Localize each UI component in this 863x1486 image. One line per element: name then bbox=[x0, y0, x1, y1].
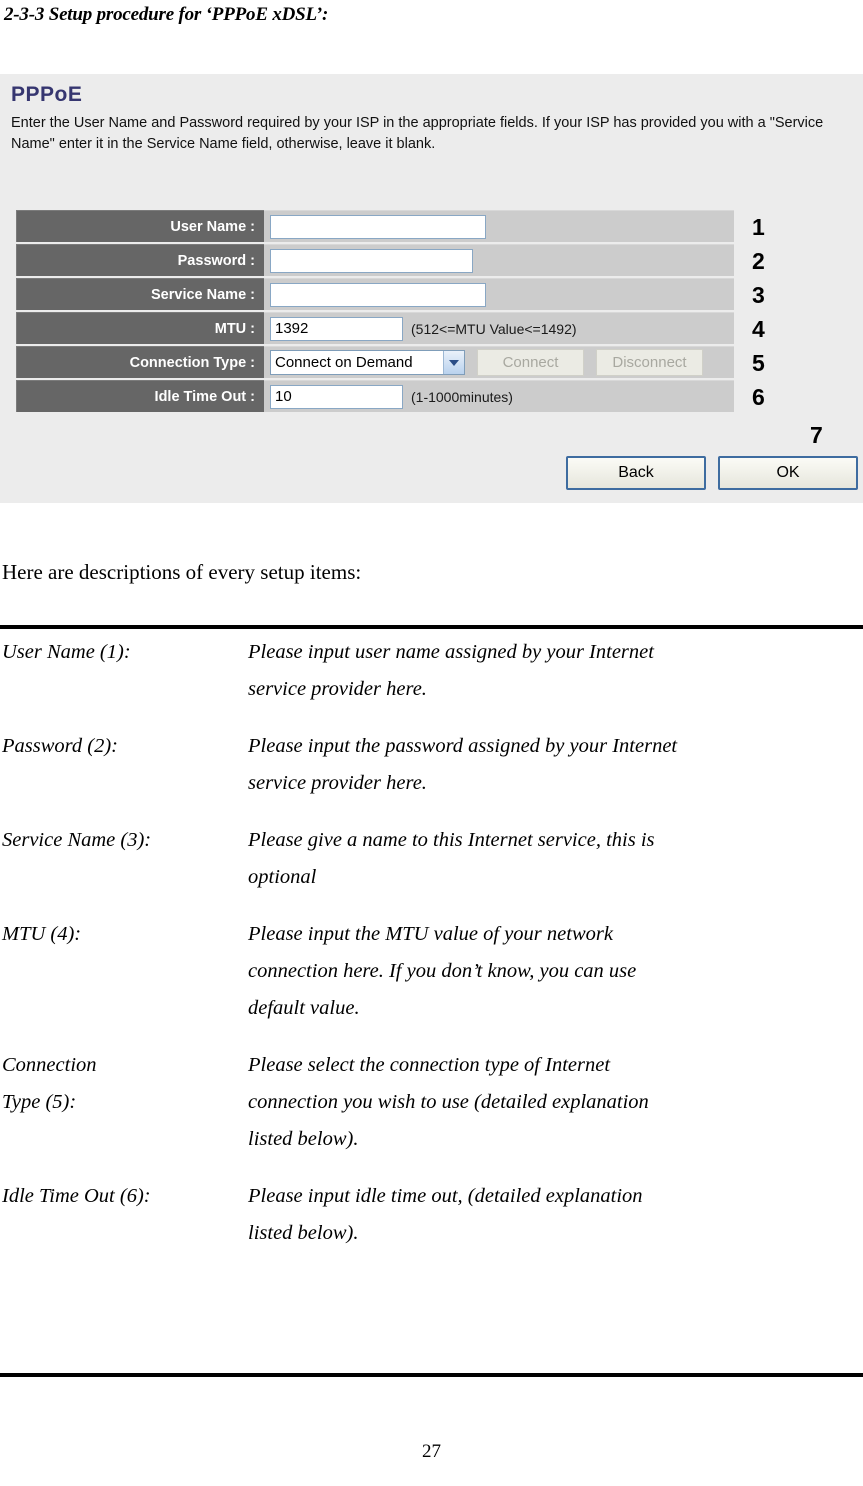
definition-description-line: Please input idle time out, (detailed ex… bbox=[248, 1185, 643, 1207]
definition-row: Connection Type (5): Please select the con… bbox=[2, 1047, 863, 1158]
disconnect-button[interactable]: Disconnect bbox=[596, 349, 703, 376]
definition-term-line: Password (2): bbox=[2, 735, 118, 757]
definition-description: Please select the connection type of Int… bbox=[248, 1047, 863, 1158]
form-row-password: Password : bbox=[16, 244, 734, 276]
definition-term-line: Type (5): bbox=[2, 1091, 77, 1113]
form-row-service-name: Service Name : bbox=[16, 278, 734, 310]
definition-description: Please give a name to this Internet serv… bbox=[248, 822, 863, 896]
definition-row: User Name (1): Please input user name ass… bbox=[2, 634, 863, 708]
definition-term: MTU (4): bbox=[2, 916, 248, 1027]
page-title: 2-3-3 Setup procedure for ‘PPPoE xDSL’: bbox=[4, 4, 329, 25]
mtu-value-cell: 1392 (512<=MTU Value<=1492) bbox=[264, 312, 734, 344]
form-row-idle-time-out: Idle Time Out : 10 (1-1000minutes) bbox=[16, 380, 734, 412]
callout-2: 2 bbox=[752, 248, 765, 274]
definition-description-line: connection you wish to use (detailed exp… bbox=[248, 1091, 649, 1113]
service-name-label: Service Name : bbox=[16, 278, 264, 310]
back-button[interactable]: Back bbox=[566, 456, 706, 490]
callout-5: 5 bbox=[752, 350, 765, 376]
connect-button[interactable]: Connect bbox=[477, 349, 584, 376]
mtu-hint: (512<=MTU Value<=1492) bbox=[411, 320, 577, 337]
definition-row: Password (2): Please input the password a… bbox=[2, 728, 863, 802]
definition-term: Service Name (3): bbox=[2, 822, 248, 896]
definition-term-line: User Name (1): bbox=[2, 641, 131, 663]
mtu-input[interactable]: 1392 bbox=[270, 316, 403, 341]
definition-description: Please input the MTU value of your netwo… bbox=[248, 916, 863, 1027]
definition-description-line: Please input the password assigned by yo… bbox=[248, 735, 678, 757]
panel-description: Enter the User Name and Password require… bbox=[11, 115, 824, 152]
definition-term-line: MTU (4): bbox=[2, 923, 82, 945]
password-value-cell bbox=[264, 244, 734, 276]
definition-description-line: Please input user name assigned by your … bbox=[248, 641, 654, 663]
definition-description: Please input idle time out, (detailed ex… bbox=[248, 1178, 863, 1252]
callout-6: 6 bbox=[752, 384, 765, 410]
form-row-user-name: User Name : bbox=[16, 210, 734, 242]
connection-type-select[interactable]: Connect on Demand bbox=[270, 350, 465, 375]
definition-term-line: Connection bbox=[2, 1054, 97, 1076]
user-name-label: User Name : bbox=[16, 210, 264, 242]
idle-time-out-label: Idle Time Out : bbox=[16, 380, 264, 412]
lead-text: Here are descriptions of every setup ite… bbox=[2, 560, 362, 584]
callout-1: 1 bbox=[752, 214, 765, 240]
callout-7: 7 bbox=[810, 422, 823, 448]
page-number: 27 bbox=[422, 1441, 441, 1462]
definition-row: Idle Time Out (6): Please input idle time… bbox=[2, 1178, 863, 1252]
definition-description: Please input the password assigned by yo… bbox=[248, 728, 863, 802]
definition-description: Please input user name assigned by your … bbox=[248, 634, 863, 708]
definition-term: Connection Type (5): bbox=[2, 1047, 248, 1158]
definition-description-line: service provider here. bbox=[248, 678, 427, 700]
setup-item-descriptions: User Name (1): Please input user name ass… bbox=[2, 634, 863, 1272]
definition-term-line: Service Name (3): bbox=[2, 829, 152, 851]
service-name-input[interactable] bbox=[270, 282, 486, 307]
idle-time-out-value-cell: 10 (1-1000minutes) bbox=[264, 380, 734, 412]
idle-time-out-input[interactable]: 10 bbox=[270, 384, 403, 409]
definition-description-line: optional bbox=[248, 866, 317, 888]
router-config-screenshot: PPPoE Enter the User Name and Password r… bbox=[0, 74, 863, 503]
connection-type-label: Connection Type : bbox=[16, 346, 264, 378]
idle-time-out-hint: (1-1000minutes) bbox=[411, 388, 513, 405]
definition-term: Idle Time Out (6): bbox=[2, 1178, 248, 1252]
divider-bottom bbox=[0, 1373, 863, 1377]
form-row-mtu: MTU : 1392 (512<=MTU Value<=1492) bbox=[16, 312, 734, 344]
chevron-down-icon[interactable] bbox=[443, 351, 464, 374]
callout-3: 3 bbox=[752, 282, 765, 308]
definition-description-line: Please give a name to this Internet serv… bbox=[248, 829, 655, 851]
connection-type-selected-value: Connect on Demand bbox=[275, 354, 413, 371]
definition-description-line: listed below). bbox=[248, 1128, 359, 1150]
definition-row: Service Name (3): Please give a name to t… bbox=[2, 822, 863, 896]
definition-term: Password (2): bbox=[2, 728, 248, 802]
panel-title: PPPoE bbox=[11, 83, 83, 106]
definition-description-line: listed below). bbox=[248, 1222, 359, 1244]
definition-term-line: Idle Time Out (6): bbox=[2, 1185, 151, 1207]
definition-description-line: Please input the MTU value of your netwo… bbox=[248, 923, 613, 945]
form-actions: Back OK bbox=[566, 456, 858, 490]
definition-description-line: service provider here. bbox=[248, 772, 427, 794]
password-label: Password : bbox=[16, 244, 264, 276]
form-row-connection-type: Connection Type : Connect on Demand Conn… bbox=[16, 346, 734, 378]
user-name-input[interactable] bbox=[270, 214, 486, 239]
password-input[interactable] bbox=[270, 248, 473, 273]
definition-row: MTU (4): Please input the MTU value of yo… bbox=[2, 916, 863, 1027]
pppoe-form: User Name : Password : Service Name : MT… bbox=[16, 210, 734, 414]
definition-description-line: Please select the connection type of Int… bbox=[248, 1054, 611, 1076]
user-name-value-cell bbox=[264, 210, 734, 242]
definition-term: User Name (1): bbox=[2, 634, 248, 708]
divider-top bbox=[0, 625, 863, 629]
service-name-value-cell bbox=[264, 278, 734, 310]
mtu-label: MTU : bbox=[16, 312, 264, 344]
definition-description-line: connection here. If you don’t know, you … bbox=[248, 960, 637, 982]
definition-description-line: default value. bbox=[248, 997, 360, 1019]
callout-4: 4 bbox=[752, 316, 765, 342]
connection-type-value-cell: Connect on Demand Connect Disconnect bbox=[264, 346, 734, 378]
ok-button[interactable]: OK bbox=[718, 456, 858, 490]
